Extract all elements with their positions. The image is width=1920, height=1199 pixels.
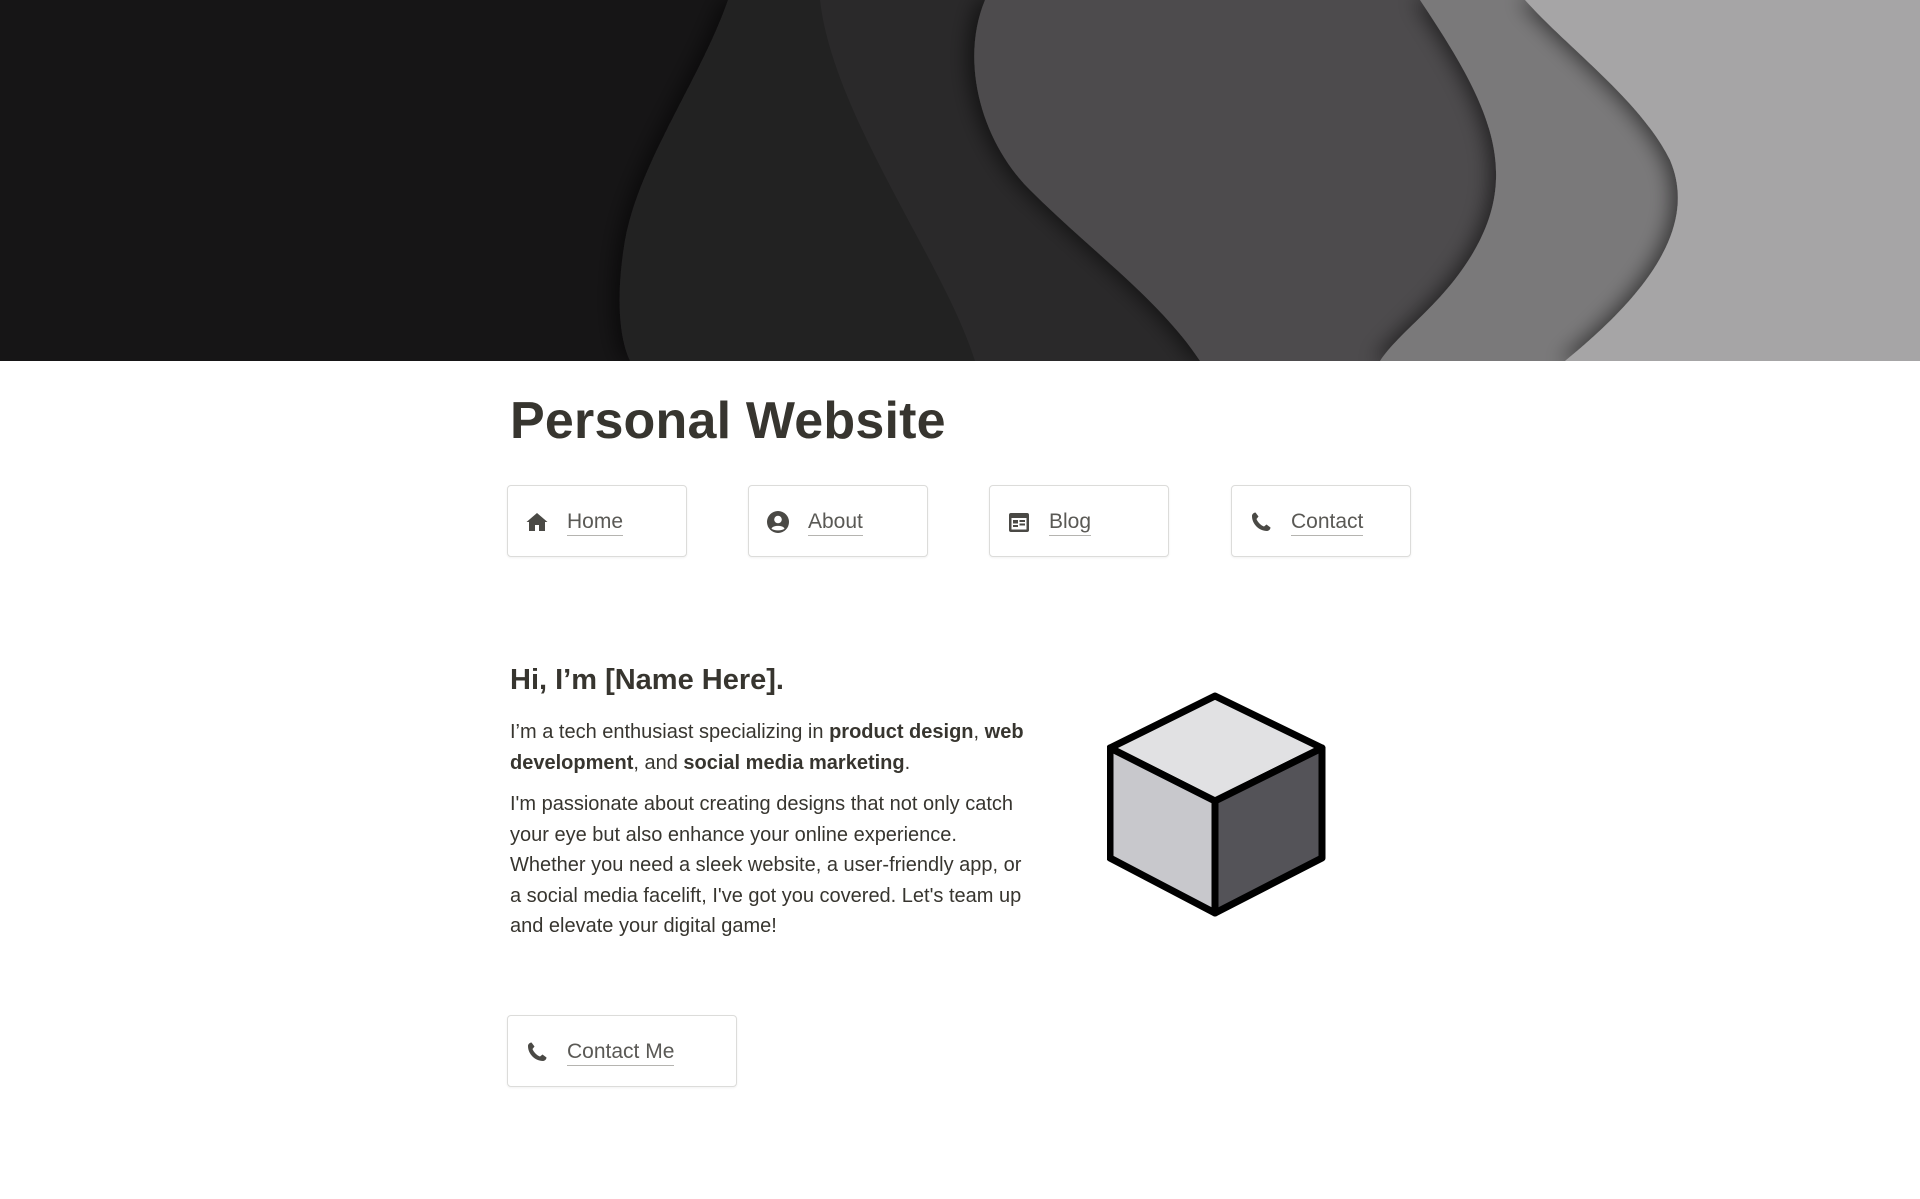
contact-me-button[interactable]: Contact Me bbox=[507, 1015, 737, 1087]
nav-link-blog[interactable]: Blog bbox=[989, 485, 1169, 557]
nav-link-contact[interactable]: Contact bbox=[1231, 485, 1411, 557]
intro-specialties: I’m a tech enthusiast specializing in pr… bbox=[510, 717, 1025, 779]
intro-heading: Hi, I’m [Name Here]. bbox=[510, 664, 784, 696]
contact-me-label: Contact Me bbox=[567, 1039, 675, 1066]
phone-icon bbox=[525, 1040, 549, 1064]
nav-links: Home About Blog Contact bbox=[507, 485, 1417, 561]
nav-link-label: Home bbox=[567, 509, 624, 536]
nav-link-label: Contact bbox=[1291, 509, 1364, 536]
intro-text-suffix: . bbox=[904, 752, 911, 774]
nav-link-about[interactable]: About bbox=[748, 485, 928, 557]
home-icon bbox=[525, 510, 549, 534]
nav-link-label: Blog bbox=[1049, 509, 1092, 536]
intro-separator: , and bbox=[633, 752, 684, 774]
skill-product-design: product design bbox=[829, 721, 974, 743]
cover-image bbox=[0, 0, 1920, 361]
page-title: Personal Website bbox=[510, 392, 946, 450]
intro-text-prefix: I’m a tech enthusiast specializing in bbox=[510, 721, 830, 743]
intro-body: I'm passionate about creating designs th… bbox=[510, 793, 1022, 937]
intro-separator: , bbox=[973, 721, 985, 743]
cube-icon bbox=[1106, 688, 1337, 918]
user-circle-icon bbox=[766, 510, 790, 534]
calendar-icon bbox=[1007, 510, 1031, 534]
skill-social-media-marketing: social media marketing bbox=[683, 752, 905, 774]
phone-icon bbox=[1249, 510, 1273, 534]
nav-link-home[interactable]: Home bbox=[507, 485, 687, 557]
nav-link-label: About bbox=[808, 509, 863, 536]
abstract-wave-cover bbox=[0, 0, 1920, 361]
